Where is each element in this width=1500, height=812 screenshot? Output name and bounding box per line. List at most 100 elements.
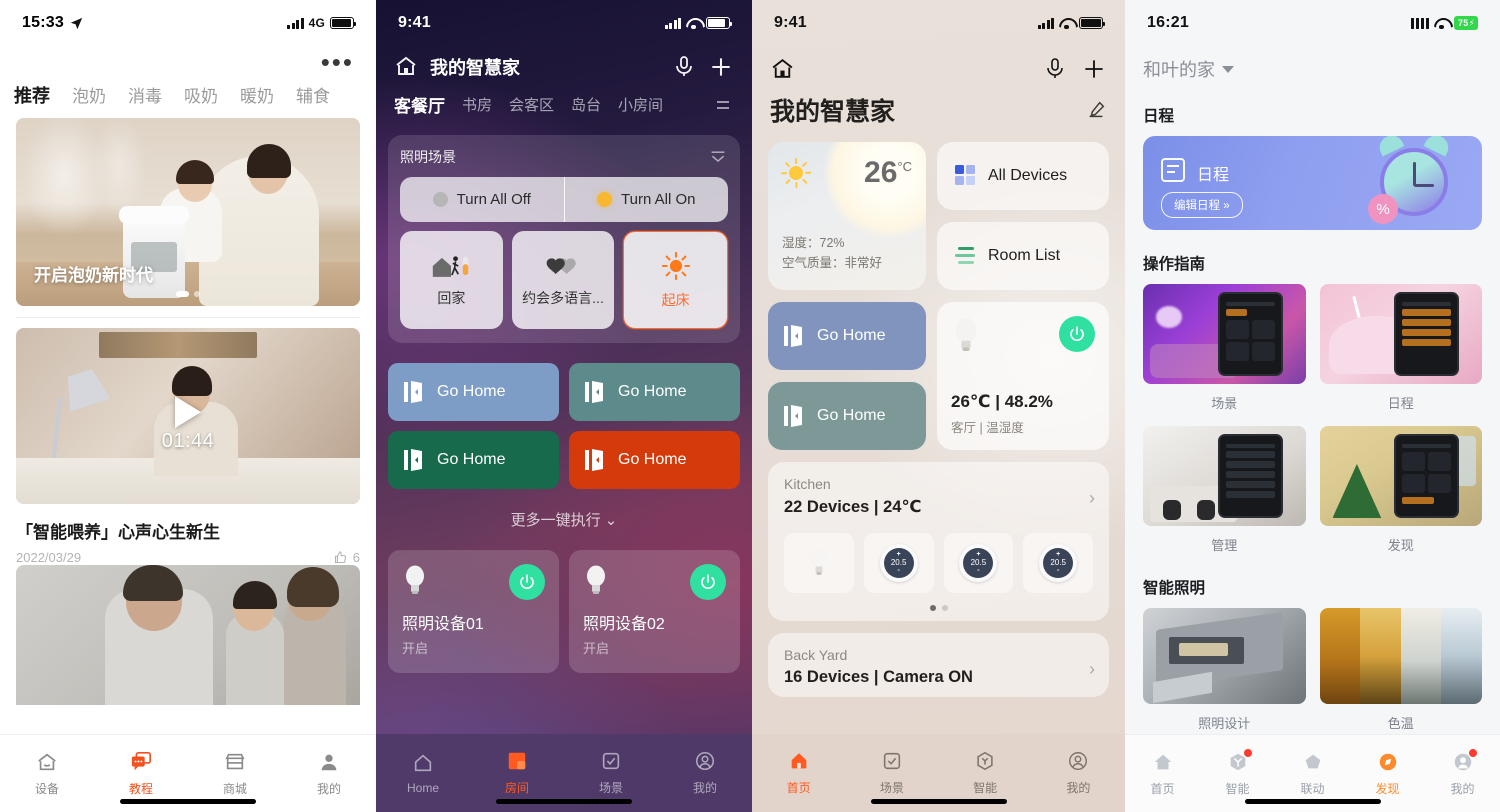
room-device-bulb[interactable] <box>784 533 854 593</box>
weather-card[interactable]: 26°C 湿度：72% 空气质量：非常好 <box>768 142 926 290</box>
status-time: 9:41 <box>398 14 431 31</box>
go-home-button-1[interactable]: Go Home <box>768 302 926 370</box>
more-exec-label: 更多一键执行 <box>510 512 601 529</box>
home-selector[interactable]: 和叶的家 <box>1125 46 1500 82</box>
edit-schedule-button[interactable]: 编辑日程 » <box>1161 192 1243 218</box>
video-thumbnail[interactable]: 01:44 <box>16 328 360 504</box>
room-device-pagination[interactable] <box>784 605 1093 611</box>
scene-tile-label: 起床 <box>661 291 690 308</box>
section-title-lighting: 智能照明 <box>1143 580 1206 597</box>
phone-panel-discover: 16:21 75 ⚡ 和叶的家 日程 日程 编辑日程 » % 操作指南 场景 日… <box>1125 0 1500 812</box>
tab-recommend[interactable]: 推荐 <box>14 82 50 108</box>
guide-card-discover[interactable]: 发现 <box>1319 426 1482 554</box>
list-menu-icon[interactable] <box>712 96 734 114</box>
tabbar-item-profile[interactable]: 我的 <box>1032 734 1125 812</box>
chevron-stack-down-icon[interactable] <box>708 149 728 165</box>
phone-panel-tutorials: 15:33 4G ••• 推荐 泡奶 消毒 吸奶 暖奶 辅食 开启泡奶新时代 0… <box>0 0 376 812</box>
video-thumbnail-2[interactable] <box>16 565 360 705</box>
hero-banner[interactable]: 开启泡奶新时代 <box>16 118 360 306</box>
plus-icon[interactable] <box>708 54 734 80</box>
hexagon-y-icon <box>973 750 997 772</box>
room-tab-living[interactable]: 客餐厅 <box>394 92 445 117</box>
thermostat-knob-icon: +20.5- <box>1039 544 1078 582</box>
device-card-light-02[interactable]: 照明设备02 开启 <box>569 550 740 673</box>
sensor-card[interactable]: 26℃ | 48.2% 客厅 | 温湿度 <box>937 302 1109 450</box>
microphone-icon[interactable] <box>1043 56 1069 82</box>
go-home-button-2[interactable]: Go Home <box>768 381 926 450</box>
more-exec-button[interactable]: 更多一键执行 ⌄ <box>376 509 752 530</box>
hero-pagination[interactable] <box>176 291 200 297</box>
device-name: 照明设备01 <box>402 616 484 633</box>
guide-card-schedule[interactable]: 日程 <box>1319 284 1482 412</box>
compass-icon <box>1376 751 1400 773</box>
tabbar-item-profile[interactable]: 我的 <box>282 735 376 812</box>
microphone-icon[interactable] <box>672 54 698 80</box>
guide-thumb <box>1143 426 1306 526</box>
tabbar-label: 场景 <box>598 781 623 795</box>
all-devices-button[interactable]: All Devices <box>937 142 1109 210</box>
person-man-hair <box>122 565 183 601</box>
battery-icon <box>330 17 357 29</box>
lighting-thumb <box>1319 608 1482 704</box>
lighting-scene-card: 照明场景 Turn All Off Turn All On 回家 约会多语言..… <box>388 135 740 343</box>
tabbar-item-profile[interactable]: 我的 <box>1425 735 1500 812</box>
power-icon[interactable] <box>690 564 726 600</box>
tabbar-item-home[interactable]: 首页 <box>1125 735 1200 812</box>
pencil-icon[interactable] <box>1085 99 1107 121</box>
wifi-icon <box>686 18 701 30</box>
guide-card-scenes[interactable]: 场景 <box>1143 284 1306 412</box>
tab-formula[interactable]: 泡奶 <box>72 82 106 108</box>
home-icon[interactable] <box>394 54 420 80</box>
room-device-knob-3[interactable]: +20.5- <box>1023 533 1093 593</box>
go-home-button-4[interactable]: Go Home <box>569 431 740 489</box>
scene-tiles: 回家 约会多语言... 起床 <box>400 231 729 329</box>
tabbar-item-home[interactable]: Home <box>376 734 470 812</box>
room-card-kitchen[interactable]: Kitchen 22 Devices | 24℃ › +20.5- +20.5-… <box>768 462 1109 621</box>
store-icon <box>223 751 247 773</box>
scene-tile-date[interactable]: 约会多语言... <box>511 231 615 329</box>
top-widgets: 26°C 湿度：72% 空气质量：非常好 All Devices Room Li… <box>768 142 1109 290</box>
like-counter[interactable]: 6 <box>333 550 360 565</box>
room-tab-smallroom[interactable]: 小房间 <box>618 94 663 115</box>
header-title: 我的智慧家 <box>430 58 520 78</box>
article-title[interactable]: 「智能喂养」心声心生新生 <box>16 518 360 543</box>
lighting-card-design[interactable]: 照明设计 <box>1143 608 1306 732</box>
play-icon[interactable] <box>175 396 201 429</box>
turn-all-on-button[interactable]: Turn All On <box>563 177 729 222</box>
scene-tile-wakeup[interactable]: 起床 <box>623 231 729 329</box>
room-tab-island[interactable]: 岛台 <box>571 94 601 115</box>
tab-solidfood[interactable]: 辅食 <box>296 82 330 108</box>
room-tab-guest[interactable]: 会客区 <box>509 94 554 115</box>
tab-warm[interactable]: 暖奶 <box>240 82 274 108</box>
device-card-light-01[interactable]: 照明设备01 开启 <box>388 550 559 673</box>
scene-tile-gohome[interactable]: 回家 <box>400 231 503 329</box>
tabbar-item-devices[interactable]: 设备 <box>0 735 94 812</box>
room-card-backyard[interactable]: Back Yard 16 Devices | Camera ON › <box>768 633 1109 697</box>
power-icon[interactable] <box>509 564 545 600</box>
lighting-thumb <box>1143 608 1306 704</box>
guide-card-management[interactable]: 管理 <box>1143 426 1306 554</box>
tab-pump[interactable]: 吸奶 <box>184 82 218 108</box>
lighting-card-colortemp[interactable]: 色温 <box>1319 608 1482 732</box>
go-home-button-3[interactable]: Go Home <box>388 431 559 489</box>
go-home-button-2[interactable]: Go Home <box>569 363 740 421</box>
plus-icon[interactable] <box>1081 56 1107 82</box>
sun-icon <box>660 251 692 281</box>
room-list-button[interactable]: Room List <box>937 222 1109 290</box>
more-horizontal-icon[interactable]: ••• <box>0 46 376 75</box>
schedule-banner[interactable]: 日程 编辑日程 » % <box>1143 136 1482 230</box>
tabbar-label: 我的 <box>692 781 717 795</box>
room-device-knob-2[interactable]: +20.5- <box>943 533 1014 593</box>
go-home-button-1[interactable]: Go Home <box>388 363 559 421</box>
tabbar-item-profile[interactable]: 我的 <box>658 734 752 812</box>
power-icon[interactable] <box>1059 316 1095 352</box>
home-icon[interactable] <box>770 56 796 82</box>
turn-all-off-button[interactable]: Turn All Off <box>400 177 564 222</box>
section-title-guide: 操作指南 <box>1143 256 1206 273</box>
room-tab-study[interactable]: 书房 <box>462 94 492 115</box>
tabbar-item-home[interactable]: 首页 <box>752 734 845 812</box>
room-device-knob-1[interactable]: +20.5- <box>863 533 934 593</box>
room-stat: 22 Devices | 24℃ <box>784 498 922 516</box>
door-icon <box>404 380 426 404</box>
tab-sterilize[interactable]: 消毒 <box>128 82 162 108</box>
